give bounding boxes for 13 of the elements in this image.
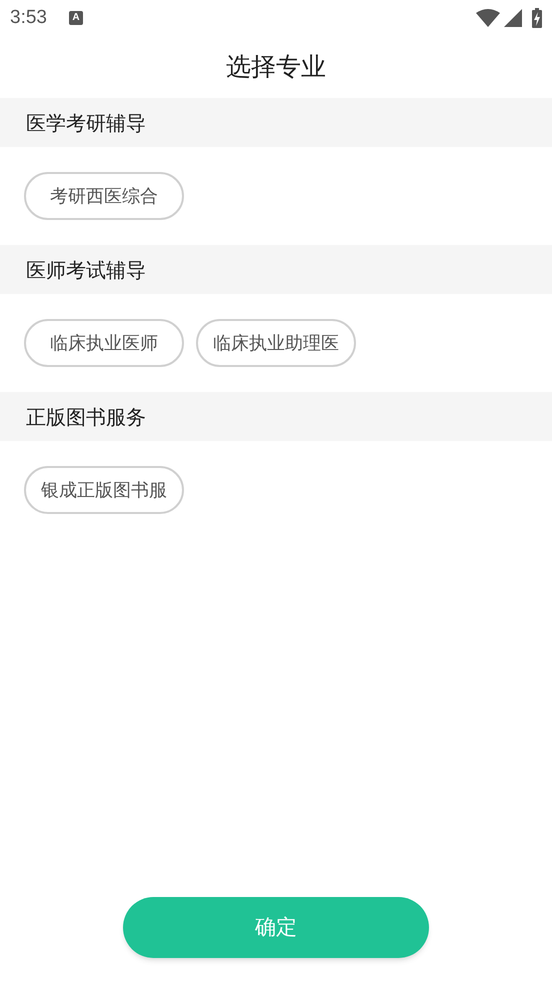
option-chip[interactable]: 银成正版图书服 (24, 466, 184, 514)
signal-icon (504, 9, 522, 27)
section-header: 医师考试辅导 (0, 245, 552, 294)
section-header: 正版图书服务 (0, 392, 552, 441)
status-time: 3:53 (10, 6, 47, 30)
battery-charging-icon (532, 8, 542, 28)
page-title: 选择专业 (226, 51, 326, 84)
notification-icon: A (68, 11, 83, 25)
wifi-icon (476, 9, 500, 27)
option-chip[interactable]: 临床执业医师 (24, 319, 184, 367)
option-chip[interactable]: 临床执业助理医 (196, 319, 356, 367)
section-header: 医学考研辅导 (0, 98, 552, 147)
option-chip[interactable]: 考研西医综合 (24, 172, 184, 220)
